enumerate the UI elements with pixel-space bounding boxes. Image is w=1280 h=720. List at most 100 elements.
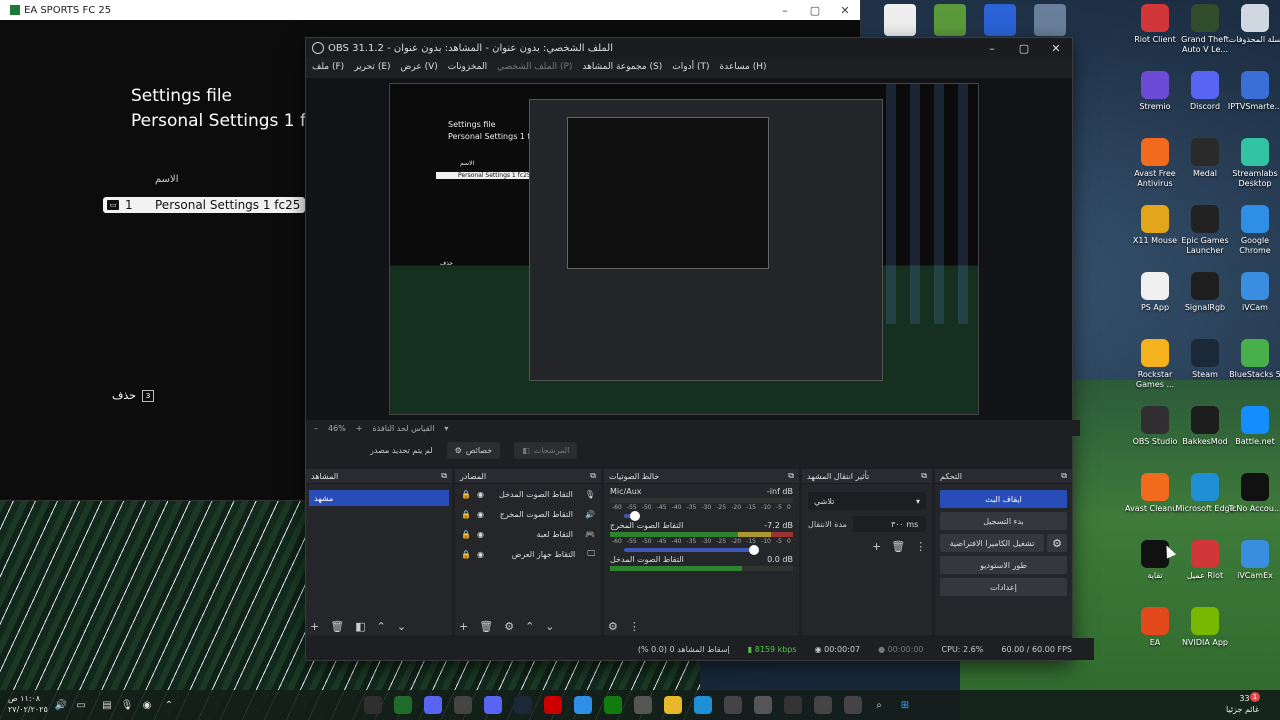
arrow-down-icon[interactable]: ⌄ bbox=[397, 620, 406, 633]
menu-docks[interactable]: المخزونات bbox=[448, 62, 487, 72]
start-recording-button[interactable]: بدء التسجيل bbox=[940, 512, 1067, 530]
tray-icon[interactable]: ▤ bbox=[98, 696, 116, 714]
chevron-down-icon[interactable]: ▾ bbox=[444, 424, 448, 433]
desktop-shortcut[interactable]: iVCam bbox=[1225, 272, 1280, 313]
edge-taskbar-icon[interactable] bbox=[694, 696, 712, 714]
desktop-shortcut[interactable]: IPTVSmarte... bbox=[1225, 71, 1280, 112]
ea-settings-file-item[interactable]: ▭ 1 Personal Settings 1 fc25 bbox=[103, 197, 305, 213]
desktop-shortcut[interactable]: BlueStacks 5 bbox=[1225, 339, 1280, 380]
zoom-in-icon[interactable]: + bbox=[356, 424, 363, 433]
duration-input[interactable]: ٣٠٠ ms bbox=[852, 516, 926, 532]
trash-icon[interactable]: 🗑 bbox=[891, 540, 905, 553]
dock-menu-icon[interactable]: ⧉ bbox=[1061, 471, 1067, 481]
source-row[interactable]: 🔒 ◉ التقاط لعبة 🎮 bbox=[455, 524, 601, 544]
volume-slider[interactable] bbox=[624, 511, 640, 521]
eye-icon[interactable]: ◉ bbox=[477, 550, 484, 559]
zoom-fit-label[interactable]: القياس لحد النافذة bbox=[372, 424, 434, 433]
file-icon[interactable] bbox=[884, 4, 916, 36]
add-icon[interactable]: + bbox=[459, 620, 468, 633]
chevron-up-icon[interactable]: ⌃ bbox=[160, 696, 178, 714]
maximize-icon[interactable]: ▢ bbox=[800, 4, 830, 17]
chrome-taskbar-icon[interactable] bbox=[574, 696, 592, 714]
start-icon[interactable]: ⊞ bbox=[896, 696, 914, 714]
app-taskbar-icon[interactable] bbox=[484, 696, 502, 714]
slider-handle[interactable] bbox=[630, 511, 640, 521]
store-taskbar-icon[interactable] bbox=[634, 696, 652, 714]
zoom-out-icon[interactable]: – bbox=[314, 424, 318, 433]
menu-edit[interactable]: تحرير (E) bbox=[354, 62, 390, 72]
arrow-down-icon[interactable]: ⌄ bbox=[545, 620, 554, 633]
search-icon[interactable]: ⌕ bbox=[870, 696, 888, 714]
lock-icon[interactable]: 🔒 bbox=[461, 490, 471, 499]
taskbar-clock[interactable]: ١١:٠٨ ص ٢٧/٠٢/٢٠٢٥ bbox=[8, 693, 48, 715]
xbox-taskbar-icon[interactable] bbox=[394, 696, 412, 714]
add-icon[interactable]: + bbox=[310, 620, 319, 633]
network-icon[interactable]: ▭ bbox=[72, 696, 90, 714]
maximize-icon[interactable]: ▢ bbox=[1008, 42, 1040, 55]
minimize-icon[interactable]: – bbox=[770, 4, 800, 17]
dock-menu-icon[interactable]: ⧉ bbox=[590, 471, 596, 481]
dock-menu-icon[interactable]: ⧉ bbox=[441, 471, 447, 481]
lock-icon[interactable]: 🔒 bbox=[461, 550, 471, 559]
app-taskbar-icon[interactable] bbox=[724, 696, 742, 714]
add-icon[interactable]: + bbox=[872, 540, 881, 553]
source-row[interactable]: 🔒 ◉ التقاط الصوت المخرج 🔊 bbox=[455, 504, 601, 524]
app-taskbar-icon[interactable] bbox=[784, 696, 802, 714]
discord-taskbar-icon[interactable] bbox=[424, 696, 442, 714]
app-taskbar-icon[interactable] bbox=[754, 696, 772, 714]
rocket-league-icon[interactable] bbox=[984, 4, 1016, 36]
menu-dots-icon[interactable]: ⋮ bbox=[915, 540, 926, 553]
source-row[interactable]: 🔒 ◉ التقاط جهاز العرض 🖵 bbox=[455, 544, 601, 564]
desktop-shortcut[interactable]: TcNo Accou... bbox=[1225, 473, 1280, 514]
roblox-icon[interactable] bbox=[1034, 4, 1066, 36]
volume-slider[interactable] bbox=[624, 545, 759, 555]
menu-scene-collection[interactable]: مجموعة المشاهد (S) bbox=[582, 62, 662, 72]
scene-item[interactable]: مشهد bbox=[309, 490, 449, 506]
trash-icon[interactable]: 🗑 bbox=[479, 620, 493, 633]
eye-icon[interactable]: ◉ bbox=[477, 510, 484, 519]
menu-tools[interactable]: أدوات (T) bbox=[672, 62, 709, 72]
minecraft-icon[interactable] bbox=[934, 4, 966, 36]
lock-icon[interactable]: 🔒 bbox=[461, 510, 471, 519]
trash-icon[interactable]: 🗑 bbox=[330, 620, 344, 633]
slider-handle[interactable] bbox=[749, 545, 759, 555]
source-row[interactable]: 🔒 ◉ التقاط الصوت المدخل 🎙 bbox=[455, 484, 601, 504]
obs-tray-icon[interactable]: ◉ bbox=[138, 696, 156, 714]
close-icon[interactable]: ✕ bbox=[1040, 42, 1072, 55]
xbox-app-taskbar-icon[interactable] bbox=[604, 696, 622, 714]
lock-icon[interactable]: 🔒 bbox=[461, 530, 471, 539]
explorer-taskbar-icon[interactable] bbox=[664, 696, 682, 714]
speaker-icon[interactable]: 🔊 bbox=[52, 696, 70, 714]
task-view-icon[interactable] bbox=[844, 696, 862, 714]
transition-select[interactable]: تلاشي ▾ bbox=[808, 492, 926, 510]
settings-taskbar-icon[interactable] bbox=[454, 696, 472, 714]
gear-icon[interactable]: ⚙ bbox=[1047, 534, 1067, 552]
dock-menu-icon[interactable]: ⧉ bbox=[788, 471, 794, 481]
desktop-shortcut[interactable]: Google Chrome bbox=[1225, 205, 1280, 256]
ea-delete-action[interactable]: حذف З bbox=[112, 389, 154, 402]
settings-button[interactable]: إعدادات bbox=[940, 578, 1067, 596]
eye-icon[interactable]: ◉ bbox=[477, 490, 484, 499]
minimize-icon[interactable]: – bbox=[976, 42, 1008, 55]
desktop-shortcut[interactable]: Battle.net bbox=[1225, 406, 1280, 447]
arrow-up-icon[interactable]: ⌃ bbox=[377, 620, 386, 633]
filter-icon[interactable]: ◧ bbox=[355, 620, 365, 633]
obs-preview[interactable]: Settings file Personal Settings 1 fc الا… bbox=[306, 78, 1072, 420]
mic-icon[interactable]: 🎙 bbox=[118, 696, 136, 714]
menu-help[interactable]: مساعدة (H) bbox=[719, 62, 766, 72]
obs-taskbar-icon[interactable] bbox=[364, 696, 382, 714]
menu-file[interactable]: ملف (F) bbox=[312, 62, 344, 72]
dock-menu-icon[interactable]: ⧉ bbox=[921, 471, 927, 481]
gear-icon[interactable]: ⚙ bbox=[504, 620, 514, 633]
desktop-shortcut[interactable]: سلة المحذوفات bbox=[1225, 4, 1280, 45]
desktop-shortcut[interactable]: NVIDIA App bbox=[1175, 607, 1235, 648]
desktop-shortcut[interactable]: Streamlabs Desktop bbox=[1225, 138, 1280, 189]
filters-button[interactable]: ◧ المرشحات bbox=[514, 441, 578, 459]
ea-taskbar-icon[interactable] bbox=[544, 696, 562, 714]
properties-button[interactable]: ⚙ خصائص bbox=[446, 441, 501, 459]
stop-streaming-button[interactable]: ايقاف البث bbox=[940, 490, 1067, 508]
start-virtual-camera-button[interactable]: تشغيل الكاميرا الافتراضية bbox=[940, 534, 1044, 552]
close-icon[interactable]: ✕ bbox=[830, 4, 860, 17]
desktop-shortcut[interactable]: iVCamEx bbox=[1225, 540, 1280, 581]
eye-icon[interactable]: ◉ bbox=[477, 530, 484, 539]
